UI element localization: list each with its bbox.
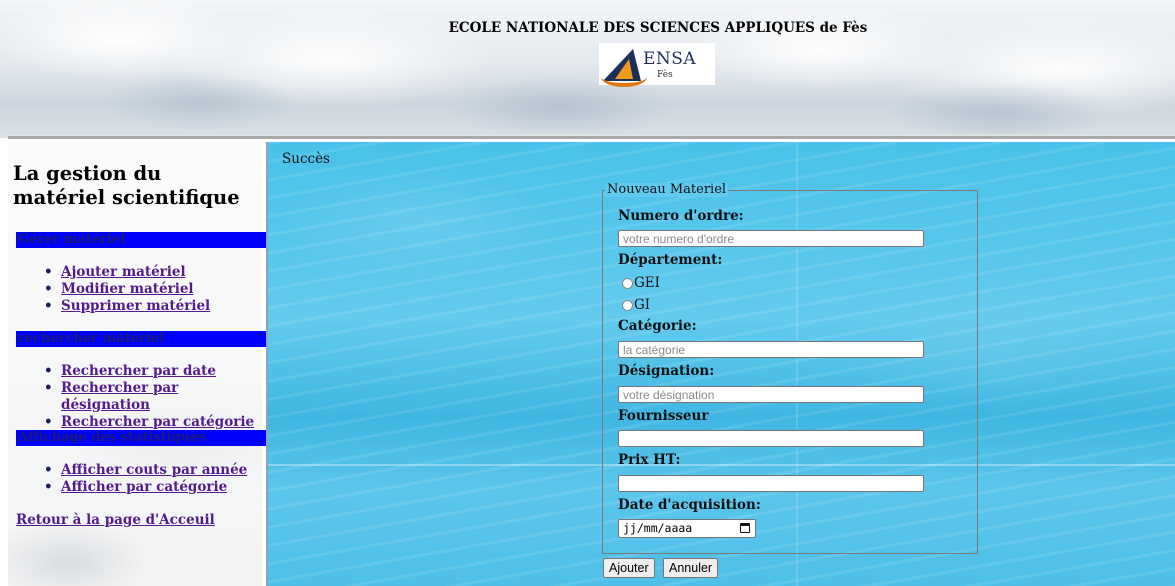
gi-radio-label: GI bbox=[634, 297, 651, 313]
calendar-icon[interactable] bbox=[740, 523, 750, 533]
list-item: Afficher par catégorie bbox=[38, 479, 247, 496]
list-item: Modifier matériel bbox=[38, 281, 210, 298]
section-header-rechercher: rechercher matériel bbox=[16, 331, 266, 347]
date-placeholder: jj/mm/aaaa bbox=[623, 521, 693, 535]
radio-option-gei[interactable]: GEI bbox=[622, 275, 660, 291]
ensa-logo: ENSA Fès bbox=[599, 43, 715, 87]
list-item: Supprimer matériel bbox=[38, 298, 210, 315]
school-name: ECOLE NATIONALE DES SCIENCES APPLIQUES d… bbox=[448, 20, 868, 36]
gi-radio[interactable] bbox=[622, 299, 633, 311]
nav-link-par-categorie[interactable]: Afficher par catégorie bbox=[61, 479, 227, 495]
sidebar-title: La gestion du matériel scientifique bbox=[13, 162, 240, 209]
fieldset-legend: Nouveau Materiel bbox=[605, 182, 729, 197]
date-acquisition-input[interactable]: jj/mm/aaaa bbox=[618, 519, 756, 538]
nav-link-ajouter[interactable]: Ajouter matériel bbox=[61, 264, 186, 280]
prix-input[interactable] bbox=[618, 475, 924, 492]
fournisseur-input[interactable] bbox=[618, 430, 924, 447]
sidebar: La gestion du matériel scientifique Gére… bbox=[8, 142, 266, 586]
list-item: Rechercher par désignation bbox=[38, 380, 262, 414]
gei-radio-label: GEI bbox=[634, 275, 660, 291]
main-content: Succès Nouveau Materiel Numero d'ordre: … bbox=[266, 142, 1175, 586]
fournisseur-label: Fournisseur bbox=[618, 408, 709, 424]
list-item: Rechercher par catégorie bbox=[38, 414, 262, 431]
nav-link-supprimer[interactable]: Supprimer matériel bbox=[61, 298, 210, 314]
designation-input[interactable] bbox=[618, 386, 924, 403]
annuler-button[interactable]: Annuler bbox=[663, 558, 719, 578]
list-item: Rechercher par date bbox=[38, 363, 262, 380]
nav-link-couts-annee[interactable]: Afficher couts par année bbox=[61, 462, 247, 478]
status-message: Succès bbox=[282, 151, 330, 167]
list-item: Ajouter matériel bbox=[38, 264, 210, 281]
nav-link-recherche-categorie[interactable]: Rechercher par catégorie bbox=[61, 414, 254, 430]
nav-link-recherche-date[interactable]: Rechercher par date bbox=[61, 363, 216, 379]
section-header-statistiques: Affichage des statistiques bbox=[16, 430, 266, 446]
designation-label: Désignation: bbox=[618, 363, 715, 379]
departement-label: Département: bbox=[618, 252, 723, 268]
section-header-gerer: Gérer matériel bbox=[16, 232, 266, 248]
categorie-label: Catégorie: bbox=[618, 318, 697, 334]
numero-label: Numero d'ordre: bbox=[618, 208, 744, 224]
page-header: ECOLE NATIONALE DES SCIENCES APPLIQUES d… bbox=[0, 0, 1175, 139]
categorie-input[interactable] bbox=[618, 341, 924, 358]
nav-list-gerer: Ajouter matériel Modifier matériel Suppr… bbox=[38, 264, 210, 315]
nav-list-rechercher: Rechercher par date Rechercher par désig… bbox=[38, 363, 262, 431]
prix-label: Prix HT: bbox=[618, 452, 681, 468]
nav-link-recherche-designation[interactable]: Rechercher par désignation bbox=[61, 380, 178, 413]
logo-subtext: Fès bbox=[657, 70, 673, 80]
gei-radio[interactable] bbox=[622, 277, 633, 289]
header-divider bbox=[8, 135, 1175, 139]
nav-link-modifier[interactable]: Modifier matériel bbox=[61, 281, 194, 297]
numero-input[interactable] bbox=[618, 230, 924, 247]
home-link[interactable]: Retour à la page d'Acceuil bbox=[16, 512, 215, 528]
radio-option-gi[interactable]: GI bbox=[622, 297, 650, 313]
logo-text: ENSA bbox=[643, 49, 697, 69]
nav-list-statistiques: Afficher couts par année Afficher par ca… bbox=[38, 462, 247, 496]
list-item: Afficher couts par année bbox=[38, 462, 247, 479]
date-label: Date d'acquisition: bbox=[618, 497, 761, 513]
logo-swoosh-icon bbox=[601, 67, 647, 87]
ajouter-button[interactable]: Ajouter bbox=[603, 558, 655, 578]
nouveau-materiel-fieldset: Nouveau Materiel Numero d'ordre: Départe… bbox=[602, 183, 978, 554]
